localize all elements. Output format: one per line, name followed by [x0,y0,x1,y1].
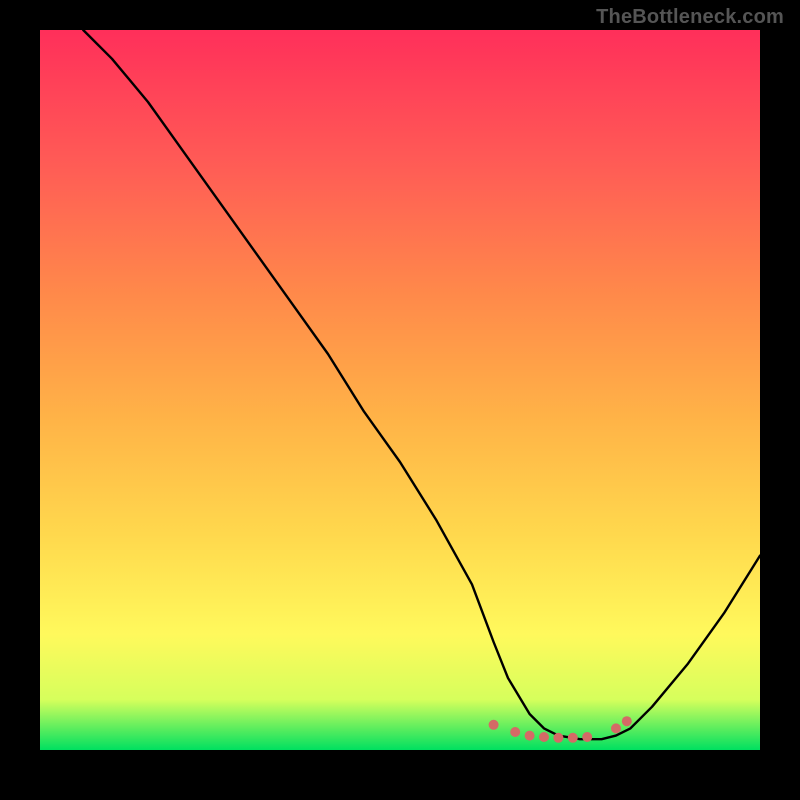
highlight-dot [582,732,592,742]
highlight-dot [568,733,578,743]
highlight-dot [510,727,520,737]
highlight-dot [622,716,632,726]
highlight-dot [553,733,563,743]
highlight-dot [489,720,499,730]
bottleneck-curve-svg [40,30,760,750]
highlight-dot [525,731,535,741]
highlight-dot [611,723,621,733]
highlight-dots [489,716,632,743]
highlight-dot [539,732,549,742]
chart-frame: TheBottleneck.com [0,0,800,800]
plot-area [40,30,760,750]
watermark-text: TheBottleneck.com [596,6,784,29]
bottleneck-curve-line [83,30,760,739]
